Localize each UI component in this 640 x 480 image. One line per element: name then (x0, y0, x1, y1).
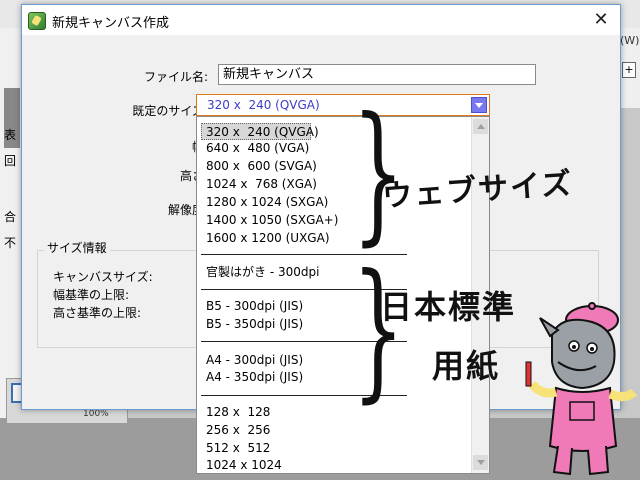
background-left-label: 回 (4, 154, 17, 168)
dropdown-option[interactable]: 1600 x 1200 (UXGA) (202, 230, 330, 247)
dropdown-option[interactable]: 1024 x 1024 (202, 457, 282, 473)
mascot-illustration (525, 302, 638, 476)
background-left-label: 表 (4, 128, 17, 142)
background-left-panel: 表 回 合 不 (0, 28, 23, 428)
dropdown-option[interactable]: 800 x 600 (SVGA) (202, 158, 317, 175)
preset-size-value: 320 x 240 (QVGA) (207, 98, 320, 112)
app-icon (28, 12, 46, 30)
dropdown-option[interactable]: B5 - 350dpi (JIS) (202, 316, 303, 333)
dropdown-option[interactable]: 256 x 256 (202, 422, 270, 439)
zoom-label: 100% (83, 409, 109, 419)
close-icon[interactable]: ✕ (590, 9, 612, 31)
chevron-down-icon[interactable] (471, 97, 487, 113)
background-left-label: 合 (4, 210, 17, 224)
preset-size-select[interactable]: 320 x 240 (QVGA) (196, 94, 490, 116)
annotation-paper: 用紙 (432, 347, 501, 385)
scroll-up-icon[interactable] (473, 119, 488, 134)
add-icon[interactable]: + (622, 62, 636, 78)
dropdown-option[interactable]: 128 x 128 (202, 404, 270, 421)
width-limit-label: 幅基準の上限: (53, 288, 130, 302)
canvas-size-label: キャンバスサイズ: (53, 270, 153, 284)
dropdown-option[interactable]: 官製はがき - 300dpi (202, 264, 319, 281)
dialog-title: 新規キャンバス作成 (52, 16, 170, 31)
dropdown-option[interactable]: A4 - 300dpi (JIS) (202, 352, 303, 369)
dropdown-option[interactable]: 512 x 512 (202, 440, 270, 457)
dropdown-option[interactable]: B5 - 300dpi (JIS) (202, 298, 303, 315)
background-right-panel: (W) + (618, 28, 640, 108)
size-info-title: サイズ情報 (44, 239, 110, 256)
annotation-jp-standard: 日本標準 (380, 288, 517, 326)
dropdown-option[interactable]: 1024 x 768 (XGA) (202, 176, 317, 193)
preset-size-label: 既定のサイズ: (132, 104, 208, 118)
right-brace-icon: } (352, 243, 405, 417)
height-limit-label: 高さ基準の上限: (53, 306, 142, 320)
dropdown-option[interactable]: 320 x 240 (QVGA) (201, 123, 319, 140)
background-left-label: 不 (4, 236, 17, 250)
filename-label: ファイル名: (143, 70, 208, 84)
dropdown-option[interactable]: 640 x 480 (VGA) (202, 140, 309, 157)
filename-input[interactable]: 新規キャンバス (218, 64, 536, 85)
dropdown-option[interactable]: A4 - 350dpi (JIS) (202, 369, 303, 386)
dropdown-option[interactable]: 1280 x 1024 (SXGA) (202, 194, 328, 211)
scroll-down-icon[interactable] (473, 455, 488, 470)
background-right-tab[interactable]: (W) (620, 34, 639, 47)
dropdown-option[interactable]: 1400 x 1050 (SXGA+) (202, 212, 338, 229)
dialog-titlebar: 新規キャンバス作成 ✕ (22, 5, 620, 35)
